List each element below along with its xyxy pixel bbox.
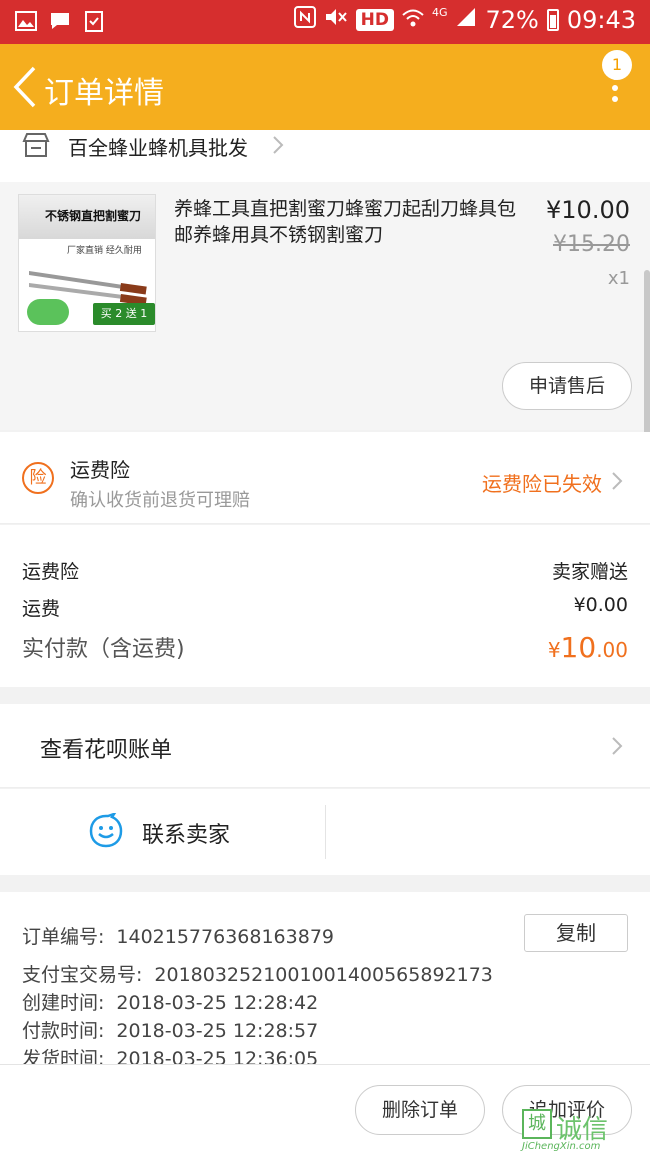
- paid-time: 2018-03-25 12:28:57: [116, 1020, 319, 1042]
- total-integer: 10: [560, 631, 597, 664]
- more-dots-icon: [612, 85, 618, 91]
- created-time: 2018-03-25 12:28:42: [116, 992, 319, 1014]
- shop-row[interactable]: 百全蜂业蜂机具批发: [0, 130, 650, 182]
- insurance-title: 运费险: [70, 458, 130, 482]
- alipay-number-label: 支付宝交易号:: [22, 964, 143, 986]
- chevron-right-icon: [610, 470, 624, 492]
- created-time-line: 创建时间: 2018-03-25 12:28:42: [22, 988, 318, 1015]
- contact-row: 联系卖家: [0, 789, 650, 875]
- status-notification-icons: [14, 9, 106, 33]
- divider: [325, 805, 326, 859]
- hd-badge: HD: [355, 9, 394, 31]
- total-decimal: .00: [596, 638, 628, 662]
- fee-summary: 运费险 卖家赠送 运费 ¥0.00 实付款（含运费) ¥10.00: [0, 525, 650, 687]
- order-info: 订单编号: 140215776368163879 复制 支付宝交易号: 201803…: [0, 892, 650, 1067]
- created-time-label: 创建时间:: [22, 992, 105, 1014]
- product-card[interactable]: 不锈钢直把割蜜刀 厂家直销 经久耐用 买 2 送 1 养蜂工具直把割蜜刀蜂蜜刀起…: [0, 182, 650, 430]
- delete-order-button[interactable]: 删除订单: [355, 1085, 485, 1135]
- message-icon: [48, 9, 72, 33]
- image-icon: [14, 9, 38, 33]
- order-number: 140215776368163879: [116, 926, 334, 948]
- thumbnail-title: 不锈钢直把割蜜刀: [45, 209, 142, 223]
- brand-logo-icon: [27, 299, 69, 325]
- mute-icon: [324, 6, 348, 34]
- order-number-label: 订单编号:: [22, 926, 105, 948]
- watermark-box: 城: [522, 1109, 552, 1139]
- clipboard-check-icon: [82, 9, 106, 33]
- back-button[interactable]: [8, 64, 44, 110]
- huabei-bill-row[interactable]: 查看花呗账单: [0, 704, 650, 788]
- insurance-icon: 险: [22, 462, 54, 494]
- after-sale-button[interactable]: 申请售后: [502, 362, 632, 410]
- shipping-fee-label: 运费: [22, 598, 61, 620]
- watermark-url: JiChengXin.com: [522, 1141, 601, 1152]
- paid-time-line: 付款时间: 2018-03-25 12:28:57: [22, 1016, 318, 1043]
- insurance-fee-value: 卖家赠送: [551, 561, 628, 583]
- battery-percent: 72%: [485, 6, 539, 34]
- nfc-icon: [293, 6, 316, 34]
- chevron-right-icon: [270, 134, 286, 156]
- product-original-price: ¥15.20: [553, 232, 630, 257]
- insurance-fee-label: 运费险: [22, 561, 80, 583]
- thumbnail-promo: 买 2 送 1: [93, 303, 155, 325]
- total-currency: ¥: [547, 638, 561, 662]
- product-title: 养蜂工具直把割蜜刀蜂蜜刀起刮刀蜂具包邮养蜂用具不锈钢割蜜刀: [174, 198, 517, 246]
- thumbnail-subtitle: 厂家直销 经久耐用: [67, 246, 142, 256]
- product-price: ¥10.00: [546, 196, 630, 224]
- chat-smile-icon: [88, 811, 124, 849]
- network-type: 4G: [431, 5, 448, 19]
- chevron-left-icon: [13, 66, 36, 108]
- alipay-number-line: 支付宝交易号: 2018032521001001400565892173: [22, 960, 493, 987]
- insurance-description: 确认收货前退货可理赔: [70, 490, 250, 511]
- shop-icon: [22, 132, 50, 158]
- knife-image-icon: [29, 271, 147, 303]
- chevron-right-icon: [610, 735, 624, 757]
- copy-button[interactable]: 复制: [524, 914, 628, 952]
- signal-icon: [455, 6, 477, 34]
- status-system-icons: HD 4G 72% 09:43: [293, 5, 636, 34]
- shipping-fee-value: ¥0.00: [573, 594, 628, 616]
- contact-seller-button[interactable]: 联系卖家: [0, 789, 325, 875]
- huabei-bill-label: 查看花呗账单: [40, 738, 173, 763]
- order-number-line: 订单编号: 140215776368163879: [22, 922, 334, 949]
- paid-time-label: 付款时间:: [22, 1020, 105, 1042]
- product-quantity: x1: [607, 268, 630, 289]
- insurance-status: 运费险已失效: [482, 472, 602, 496]
- bottom-action-bar: 删除订单 追加评价 城 诚信 JiChengXin.com: [0, 1064, 650, 1155]
- wifi-icon: [402, 6, 424, 34]
- shipping-insurance-row[interactable]: 险 运费险 确认收货前退货可理赔 运费险已失效: [0, 432, 650, 524]
- status-bar: HD 4G 72% 09:43: [0, 0, 650, 44]
- title-bar: 订单详情 1: [0, 44, 650, 130]
- watermark-logo: 城 诚信 JiChengXin.com: [522, 1107, 642, 1152]
- notification-badge: 1: [602, 50, 632, 80]
- more-dots-icon: [612, 96, 618, 102]
- total-value: ¥10.00: [548, 631, 628, 664]
- clock: 09:43: [566, 6, 636, 34]
- alipay-number: 2018032521001001400565892173: [154, 964, 493, 986]
- product-thumbnail[interactable]: 不锈钢直把割蜜刀 厂家直销 经久耐用 买 2 送 1: [18, 194, 156, 332]
- page-title: 订单详情: [44, 76, 164, 111]
- total-label: 实付款（含运费): [22, 637, 185, 662]
- shop-name: 百全蜂业蜂机具批发: [68, 136, 248, 160]
- battery-icon: [546, 9, 559, 31]
- contact-seller-label: 联系卖家: [142, 823, 231, 848]
